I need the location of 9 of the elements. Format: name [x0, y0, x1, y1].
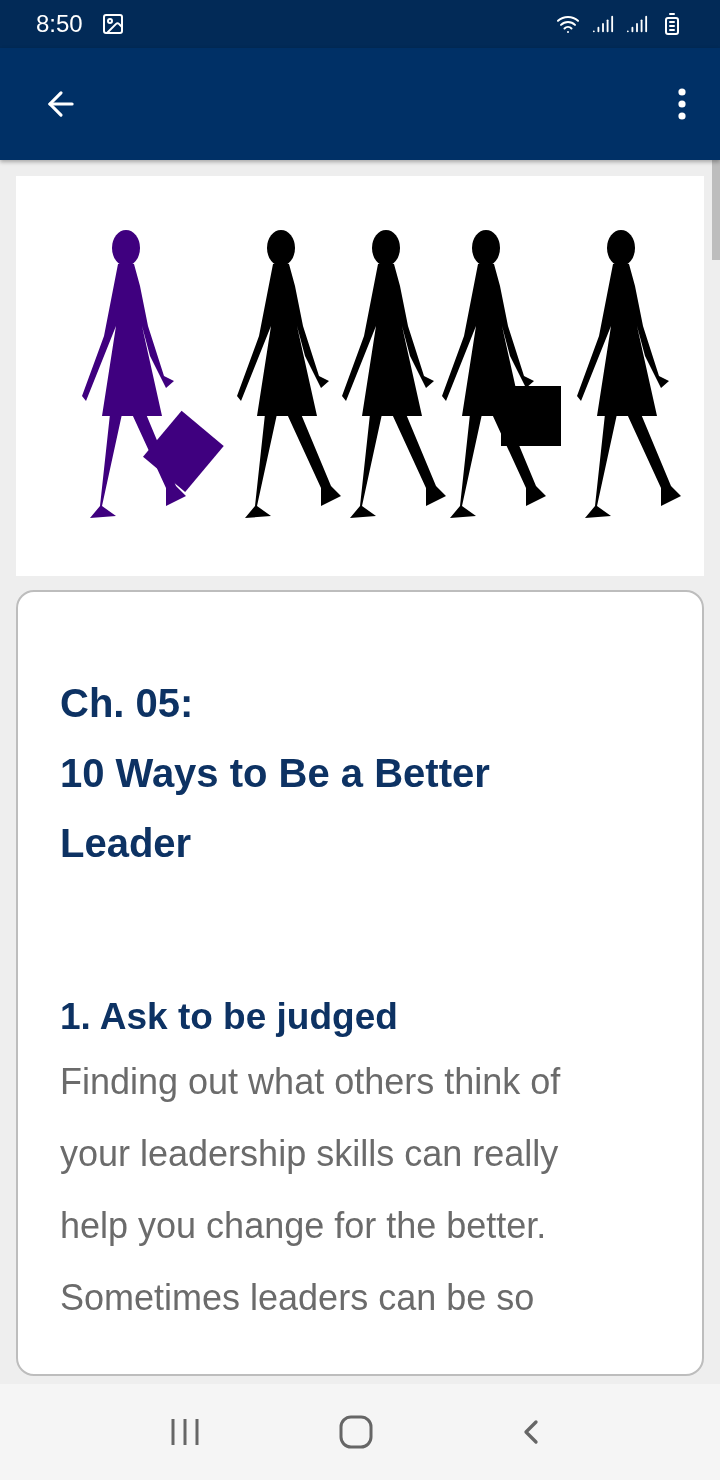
section-body: Finding out what others think of your leadership skills can really help you change for the better. Sometimes leaders can be so [60, 1060, 562, 1320]
signal-icon [626, 13, 648, 35]
signal-icon [592, 13, 614, 35]
article-title: 10 Ways to Be a Better Leader [60, 750, 491, 867]
section-heading: 1. Ask to be judged [60, 995, 399, 1039]
chapter-label: Ch. 05: [60, 680, 195, 727]
image-icon [100, 12, 125, 36]
menu-icon [678, 88, 686, 120]
status-time: 8:50 [36, 10, 83, 38]
